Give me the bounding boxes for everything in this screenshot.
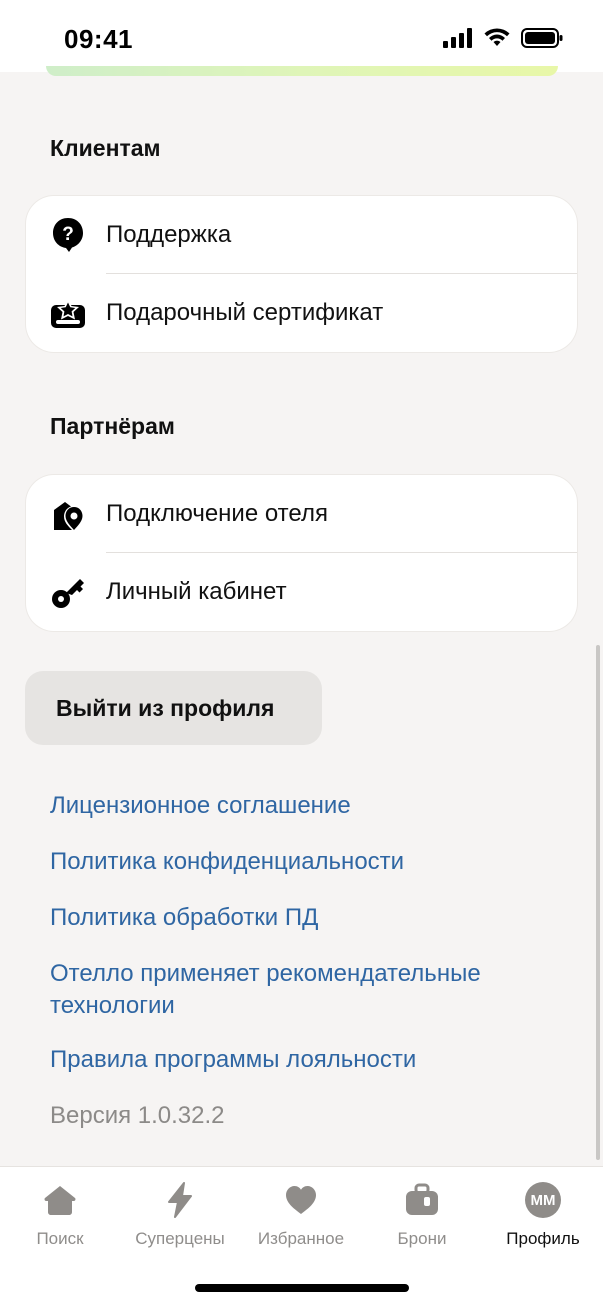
loyalty-rules-link[interactable]: Правила программы лояльности: [50, 1044, 570, 1076]
support-question-icon: ?: [50, 217, 86, 253]
wifi-icon: [484, 28, 510, 46]
personal-data-policy-link[interactable]: Политика обработки ПД: [50, 902, 570, 934]
suitcase-icon: [403, 1181, 441, 1219]
tab-label: Брони: [397, 1229, 447, 1248]
hotel-connect-row[interactable]: Подключение отеля: [26, 475, 577, 553]
hotel-connect-icon: [50, 496, 86, 532]
partners-section-title: Партнёрам: [50, 413, 175, 439]
previous-card-edge: [46, 66, 558, 76]
svg-text:?: ?: [62, 224, 74, 245]
personal-account-row[interactable]: Личный кабинет: [26, 553, 577, 631]
cellular-signal-icon: [443, 28, 472, 48]
tab-favorites[interactable]: Избранное: [241, 1181, 361, 1249]
license-agreement-link[interactable]: Лицензионное соглашение: [50, 790, 570, 822]
privacy-policy-link[interactable]: Политика конфиденциальности: [50, 846, 570, 878]
gift-certificate-row[interactable]: Подарочный сертификат: [26, 274, 577, 352]
support-label: Поддержка: [106, 221, 232, 248]
scrollbar[interactable]: [596, 645, 600, 1160]
recommendation-tech-link[interactable]: Отелло применяет рекомендательные технол…: [50, 958, 530, 1022]
tab-bookings[interactable]: Брони: [362, 1181, 482, 1249]
heart-icon: [282, 1181, 320, 1219]
app-version: Версия 1.0.32.2: [50, 1102, 225, 1129]
clients-section-title: Клиентам: [50, 135, 161, 161]
clients-card: ? Поддержка Подарочный сертификат: [26, 196, 577, 352]
gift-certificate-icon: [50, 295, 86, 331]
tab-profile[interactable]: ММ Профиль: [483, 1181, 603, 1249]
home-icon: [41, 1181, 79, 1219]
tab-search[interactable]: Поиск: [0, 1181, 120, 1249]
gift-certificate-label: Подарочный сертификат: [106, 299, 384, 326]
tab-super-prices[interactable]: Суперцены: [120, 1181, 240, 1249]
tab-label: Избранное: [257, 1229, 345, 1248]
battery-icon: [521, 28, 563, 48]
tab-label: Суперцены: [135, 1229, 225, 1248]
support-row[interactable]: ? Поддержка: [26, 196, 577, 274]
avatar: ММ: [525, 1182, 561, 1218]
status-icons: [443, 28, 563, 48]
status-time: 09:41: [64, 24, 133, 54]
personal-account-label: Личный кабинет: [106, 578, 287, 605]
hotel-connect-label: Подключение отеля: [106, 500, 328, 527]
key-icon: [50, 574, 86, 610]
lightning-icon: [161, 1181, 199, 1219]
tab-label: Профиль: [506, 1229, 580, 1248]
tab-label: Поиск: [36, 1229, 84, 1248]
legal-links: Лицензионное соглашение Политика конфиде…: [50, 790, 570, 1100]
status-bar: 09:41: [0, 0, 603, 72]
home-indicator: [195, 1284, 409, 1292]
partners-card: Подключение отеля Личный кабинет: [26, 475, 577, 631]
logout-button[interactable]: Выйти из профиля: [25, 671, 322, 745]
